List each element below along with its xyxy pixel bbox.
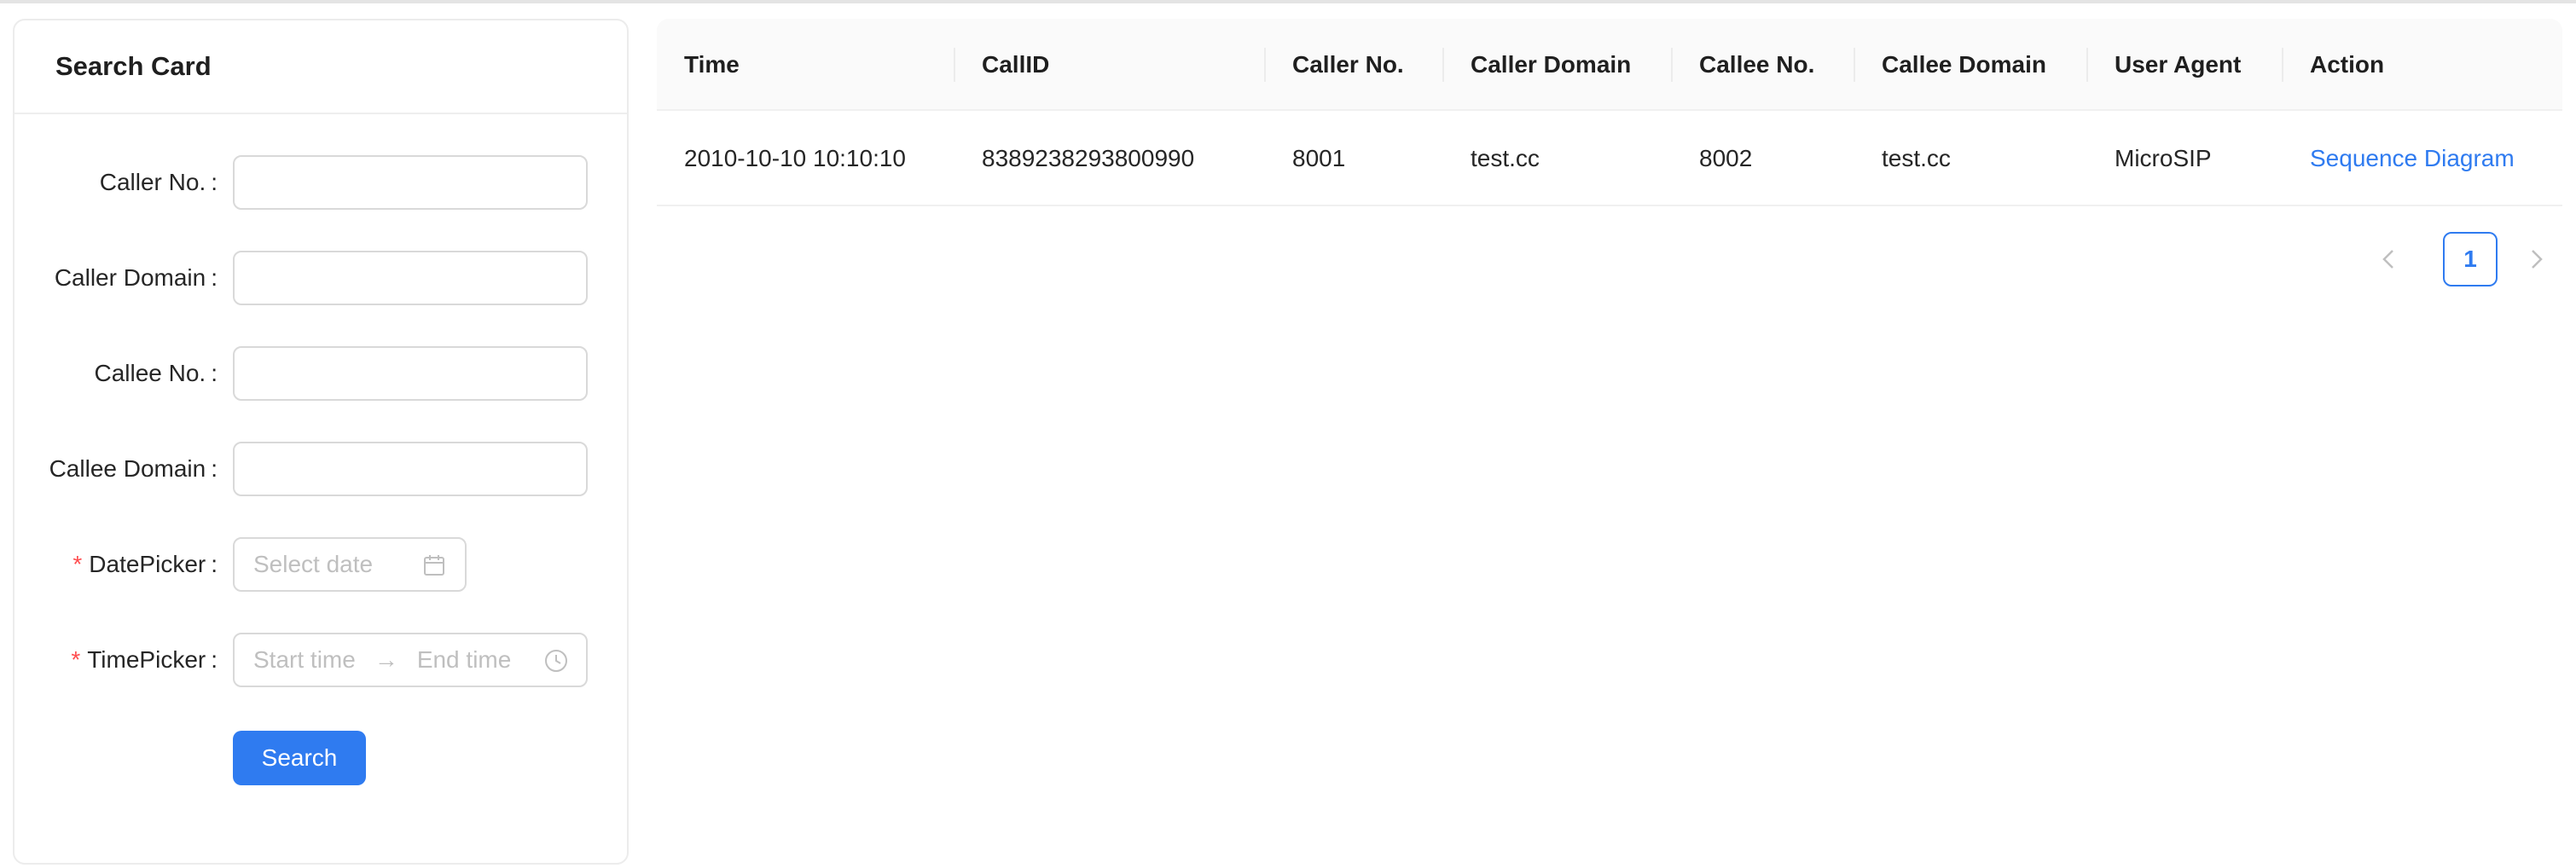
top-divider: [0, 0, 2576, 3]
prev-page-button[interactable]: [2371, 232, 2405, 286]
column-divider: [954, 48, 955, 82]
cell-callid: 8389238293800990: [982, 145, 1195, 171]
column-header-user-agent: User Agent: [2115, 51, 2242, 78]
cell-caller-no: 8001: [1292, 145, 1346, 171]
end-time-placeholder[interactable]: End time: [417, 646, 512, 674]
callee-no-input[interactable]: [233, 346, 588, 401]
column-header-caller-no: Caller No.: [1292, 51, 1404, 78]
page-item-current[interactable]: 1: [2443, 232, 2498, 286]
search-button[interactable]: Search: [233, 731, 366, 785]
date-picker[interactable]: Select date: [233, 537, 467, 592]
required-mark: *: [71, 646, 81, 673]
column-divider: [1854, 48, 1855, 82]
clock-icon: [545, 650, 567, 672]
column-divider: [2282, 48, 2283, 82]
caller-domain-label: Caller Domain:: [54, 264, 218, 291]
column-divider: [2086, 48, 2088, 82]
chevron-left-icon: [2382, 250, 2393, 269]
form-row-caller-no: Caller No.:: [15, 155, 627, 210]
callee-no-label: Callee No.:: [94, 360, 218, 386]
time-range-picker[interactable]: Start time → End time: [233, 633, 588, 687]
caller-no-label: Caller No.:: [99, 169, 218, 195]
column-divider: [1442, 48, 1444, 82]
chevron-right-icon: [2532, 250, 2543, 269]
caller-domain-input[interactable]: [233, 251, 588, 305]
cell-callee-no: 8002: [1699, 145, 1753, 171]
pagination: 1: [2371, 232, 2559, 286]
sequence-diagram-link[interactable]: Sequence Diagram: [2310, 111, 2515, 206]
required-mark: *: [73, 551, 83, 577]
column-divider: [1671, 48, 1673, 82]
form-row-callee-domain: Callee Domain:: [15, 442, 627, 496]
date-picker-placeholder: Select date: [253, 551, 374, 577]
callee-domain-input[interactable]: [233, 442, 588, 496]
column-header-time: Time: [684, 51, 740, 78]
search-card-header: Search Card: [15, 20, 627, 114]
calendar-icon: [424, 555, 444, 576]
cell-time: 2010-10-10 10:10:10: [684, 145, 906, 171]
column-divider: [1264, 48, 1266, 82]
table-header: Time CallID Caller No. Caller Domain Cal…: [657, 19, 2562, 111]
column-header-callid: CallID: [982, 51, 1050, 78]
form-row-date-picker: * DatePicker: Select date: [15, 537, 627, 592]
callee-domain-label: Callee Domain:: [49, 455, 218, 482]
search-card: Search Card Caller No.: Caller Domain: C…: [13, 19, 629, 865]
form-row-callee-no: Callee No.:: [15, 346, 627, 401]
table-row: 2010-10-10 10:10:10 8389238293800990 800…: [657, 111, 2562, 206]
caller-no-input[interactable]: [233, 155, 588, 210]
date-picker-label: * DatePicker:: [73, 551, 218, 577]
cell-user-agent: MicroSIP: [2115, 145, 2212, 171]
column-header-callee-domain: Callee Domain: [1882, 51, 2046, 78]
column-header-callee-no: Callee No.: [1699, 51, 1815, 78]
cell-callee-domain: test.cc: [1882, 145, 1951, 171]
form-row-time-picker: * TimePicker: Start time → End time: [15, 633, 627, 687]
column-header-caller-domain: Caller Domain: [1471, 51, 1632, 78]
range-arrow-icon: →: [374, 646, 398, 673]
form-row-caller-domain: Caller Domain:: [15, 251, 627, 305]
column-header-action: Action: [2310, 51, 2385, 78]
next-page-button[interactable]: [2520, 232, 2554, 286]
start-time-placeholder[interactable]: Start time: [253, 646, 356, 674]
time-picker-label: * TimePicker:: [71, 646, 218, 673]
results-table: Time CallID Caller No. Caller Domain Cal…: [657, 19, 2562, 206]
cell-caller-domain: test.cc: [1471, 145, 1540, 171]
search-card-title: Search Card: [55, 51, 212, 81]
